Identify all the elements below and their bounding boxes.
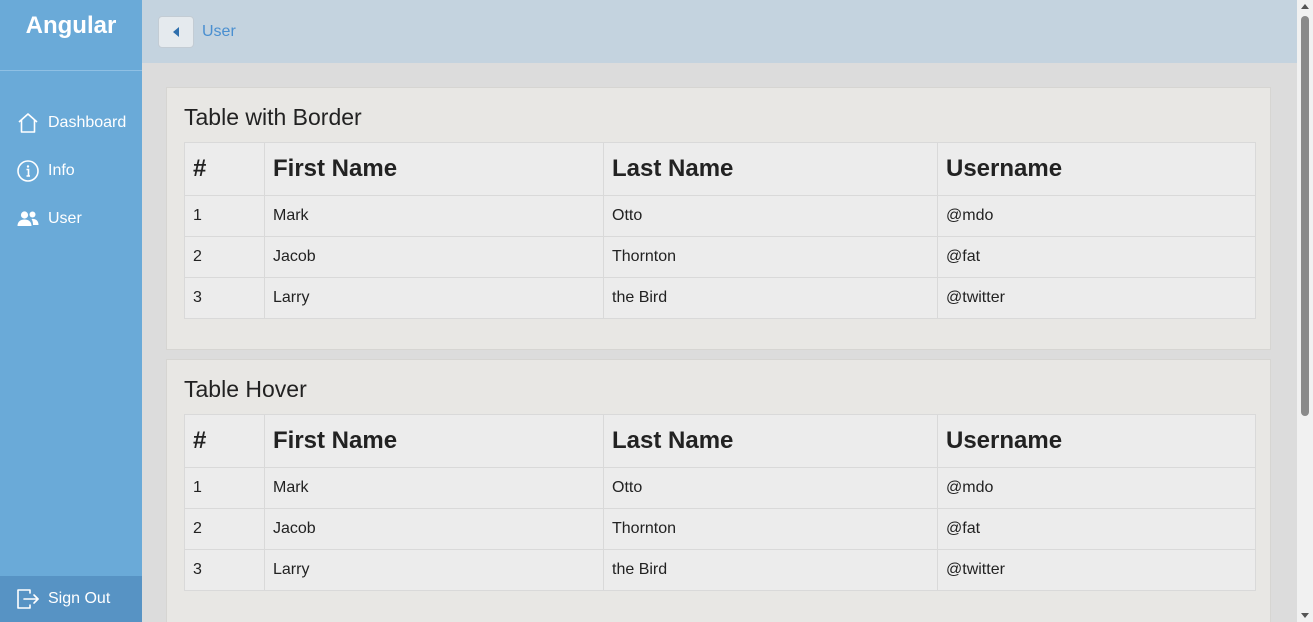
brand-title: Angular <box>0 0 142 71</box>
table-cell: 1 <box>184 195 265 237</box>
bordered-table: # First Name Last Name Username 1 Mark O… <box>184 142 1256 319</box>
table-cell: @mdo <box>937 467 1256 509</box>
table-cell: 3 <box>184 549 265 591</box>
info-icon <box>17 160 39 182</box>
table-header-row: # First Name Last Name Username <box>184 142 1256 196</box>
scroll-up-icon[interactable] <box>1301 4 1309 9</box>
table-cell: @twitter <box>937 277 1256 319</box>
sidebar-item-info[interactable]: Info <box>0 147 142 195</box>
table-row: 3 Larry the Bird @twitter <box>184 277 1256 319</box>
sign-out-icon <box>17 589 39 609</box>
table-row[interactable]: 3 Larry the Bird @twitter <box>184 549 1256 591</box>
table-row: 2 Jacob Thornton @fat <box>184 236 1256 278</box>
table-cell: Thornton <box>603 236 938 278</box>
table-card-hover: Table Hover # First Name Last Name Usern… <box>166 359 1271 622</box>
sidebar-item-dashboard[interactable]: Dashboard <box>0 99 142 147</box>
sidebar-toggle-button[interactable] <box>158 15 194 48</box>
breadcrumb[interactable]: User <box>202 23 236 41</box>
sidebar-item-label: Dashboard <box>48 114 127 131</box>
caret-left-icon <box>173 26 179 37</box>
column-header: # <box>184 414 265 468</box>
table-cell: Larry <box>264 549 604 591</box>
table-cell: 1 <box>184 467 265 509</box>
users-icon <box>17 211 39 226</box>
scroll-down-icon[interactable] <box>1301 613 1309 618</box>
scrollbar-thumb[interactable] <box>1301 16 1309 416</box>
table-cell: Mark <box>264 467 604 509</box>
column-header: Last Name <box>603 142 938 196</box>
table-cell: @twitter <box>937 549 1256 591</box>
table-row: 1 Mark Otto @mdo <box>184 195 1256 237</box>
table-row[interactable]: 2 Jacob Thornton @fat <box>184 508 1256 550</box>
sign-out-button[interactable]: Sign Out <box>0 576 142 622</box>
sidebar-item-label: User <box>48 210 82 227</box>
sidebar-nav: Dashboard Info User <box>0 71 142 243</box>
table-header-row: # First Name Last Name Username <box>184 414 1256 468</box>
sidebar-item-label: Info <box>48 162 75 179</box>
column-header: Last Name <box>603 414 938 468</box>
column-header: First Name <box>264 142 604 196</box>
table-cell: @fat <box>937 508 1256 550</box>
table-cell: Mark <box>264 195 604 237</box>
column-header: Username <box>937 414 1256 468</box>
table-card-bordered: Table with Border # First Name Last Name… <box>166 87 1271 350</box>
table-cell: @mdo <box>937 195 1256 237</box>
table-cell: Otto <box>603 467 938 509</box>
table-cell: 2 <box>184 236 265 278</box>
sidebar-item-user[interactable]: User <box>0 195 142 243</box>
table-cell: Thornton <box>603 508 938 550</box>
table-cell: Jacob <box>264 236 604 278</box>
table-cell: 2 <box>184 508 265 550</box>
home-icon <box>18 113 38 133</box>
top-bar: User <box>142 0 1297 63</box>
column-header: # <box>184 142 265 196</box>
page-scrollbar[interactable] <box>1297 0 1313 622</box>
table-cell: @fat <box>937 236 1256 278</box>
sidebar: Angular Dashboard Info User Sign Out <box>0 0 142 622</box>
column-header: Username <box>937 142 1256 196</box>
sign-out-label: Sign Out <box>48 590 111 607</box>
table-cell: 3 <box>184 277 265 319</box>
table-cell: Jacob <box>264 508 604 550</box>
card-title: Table with Border <box>184 104 362 130</box>
table-cell: the Bird <box>603 277 938 319</box>
table-row[interactable]: 1 Mark Otto @mdo <box>184 467 1256 509</box>
column-header: First Name <box>264 414 604 468</box>
table-cell: the Bird <box>603 549 938 591</box>
table-cell: Otto <box>603 195 938 237</box>
main-content: Table with Border # First Name Last Name… <box>142 63 1297 622</box>
table-cell: Larry <box>264 277 604 319</box>
hover-table: # First Name Last Name Username 1 Mark O… <box>184 414 1256 591</box>
card-title: Table Hover <box>184 376 307 402</box>
